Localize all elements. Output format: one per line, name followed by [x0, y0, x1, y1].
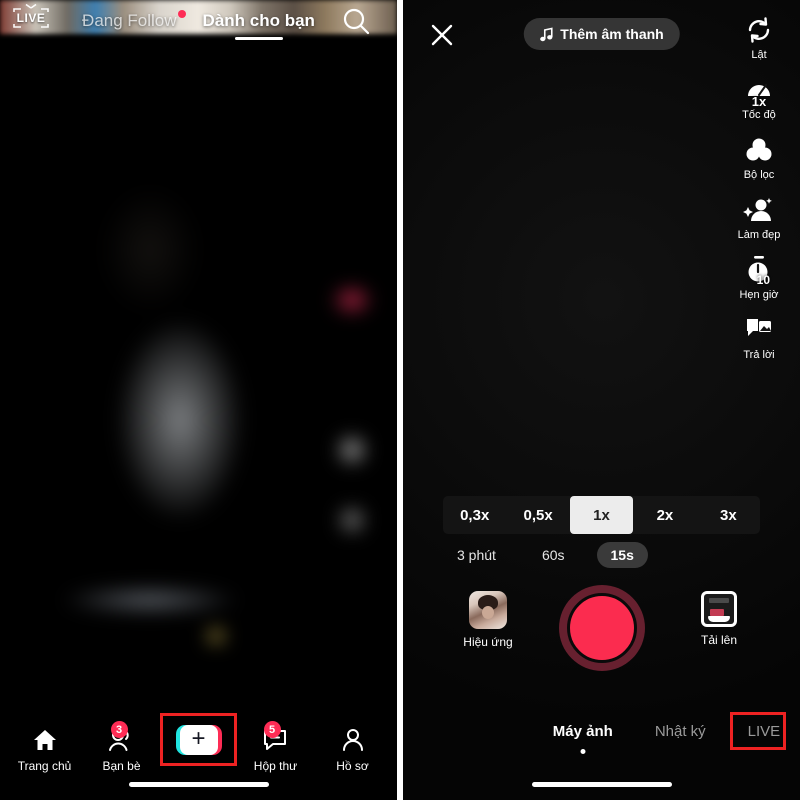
tool-label-beautify: Làm đẹp — [737, 229, 781, 242]
tool-label-speed: Tốc độ — [742, 109, 776, 122]
feed-tab-following[interactable]: Đang Follow — [82, 10, 186, 31]
speed-option-3[interactable]: 2x — [633, 496, 696, 534]
screenshot-root: LIVE Đang Follow Dành cho bạn Trang chủ … — [0, 0, 800, 800]
sidebar-item-profile[interactable]: Hồ sơ — [318, 726, 388, 773]
active-mode-dot — [580, 748, 586, 754]
sidebar-item-home[interactable]: Trang chủ — [10, 726, 80, 773]
record-button[interactable] — [558, 585, 645, 671]
feed-video-subject — [0, 0, 397, 730]
effects-button[interactable]: Hiệu ứng — [445, 591, 531, 649]
tool-label-reply: Trả lời — [743, 349, 775, 362]
upload-label: Tải lên — [700, 633, 738, 647]
nav-label-inbox: Hộp thư — [253, 759, 298, 773]
search-icon[interactable] — [341, 6, 371, 36]
tool-speed[interactable]: 1x Tốc độ — [726, 74, 792, 121]
tab-journal[interactable]: Nhật ký — [649, 720, 712, 743]
duration-option-15s[interactable]: 15s — [596, 542, 648, 568]
live-badge-label: LIVE — [16, 11, 46, 25]
home-indicator — [128, 782, 269, 787]
feed-tab-for-you-label: Dành cho bạn — [202, 11, 315, 30]
duration-selector: 3 phút 60s 15s — [443, 542, 760, 568]
annotation-box-live-tab — [730, 712, 786, 750]
record-button-inner — [566, 593, 637, 663]
tool-label-filter: Bộ lọc — [743, 169, 775, 182]
tool-timer[interactable]: 10 Hẹn giờ — [726, 254, 792, 301]
home-indicator-camera — [531, 782, 672, 787]
upload-gallery-icon — [701, 591, 737, 627]
feed-tab-following-label: Đang Follow — [82, 11, 177, 30]
speed-value-badge: 1x — [751, 94, 767, 110]
tab-camera[interactable]: Máy ảnh — [547, 720, 619, 754]
speed-option-0[interactable]: 0,3x — [443, 496, 506, 534]
tiktok-feed-panel: LIVE Đang Follow Dành cho bạn Trang chủ … — [0, 0, 397, 800]
upload-button[interactable]: Tải lên — [676, 591, 762, 647]
sidebar-item-inbox[interactable]: 5 Hộp thư — [241, 721, 311, 773]
music-note-icon — [539, 27, 553, 41]
duration-option-3min[interactable]: 3 phút — [443, 542, 510, 568]
tool-beautify[interactable]: Làm đẹp — [726, 194, 792, 241]
sidebar-item-friends[interactable]: 3 Bạn bè — [87, 721, 157, 773]
timer-value-badge: 10 — [756, 273, 770, 288]
speed-gauge-icon: 1x — [744, 74, 774, 110]
close-icon[interactable] — [427, 20, 457, 50]
speed-option-4[interactable]: 3x — [697, 496, 760, 534]
tool-filter[interactable]: Bộ lọc — [726, 134, 792, 181]
beautify-icon — [743, 194, 775, 226]
filter-circles-icon — [744, 134, 774, 166]
inbox-icon: 5 — [262, 721, 290, 754]
flip-camera-icon — [744, 14, 774, 46]
nav-label-home: Trang chủ — [17, 759, 72, 773]
home-icon — [32, 726, 58, 754]
add-sound-label: Thêm âm thanh — [560, 26, 664, 42]
inbox-badge: 5 — [263, 721, 281, 738]
tool-reply[interactable]: Trả lời — [726, 314, 792, 361]
tab-camera-label: Máy ảnh — [552, 722, 613, 740]
notification-dot-icon — [177, 10, 186, 18]
tool-flip-camera[interactable]: Lật — [726, 14, 792, 61]
reply-icon — [744, 314, 774, 346]
effects-label: Hiệu ứng — [463, 635, 513, 649]
camera-tool-rail: Lật 1x Tốc độ Bộ lọc Làm đẹp 10 Hẹn giờ … — [726, 14, 792, 362]
feed-tab-for-you[interactable]: Dành cho bạn — [202, 11, 315, 40]
add-sound-button[interactable]: Thêm âm thanh — [523, 18, 680, 50]
friends-badge: 3 — [110, 721, 128, 738]
nav-label-friends: Bạn bè — [102, 759, 141, 773]
nav-label-profile: Hồ sơ — [336, 759, 369, 773]
speed-option-1[interactable]: 0,5x — [506, 496, 569, 534]
active-tab-underline — [234, 37, 283, 40]
timer-icon: 10 — [744, 254, 774, 288]
effects-thumbnail-icon — [469, 591, 507, 629]
duration-option-60s[interactable]: 60s — [528, 542, 579, 568]
tiktok-camera-panel: Thêm âm thanh Lật 1x Tốc độ Bộ lọc Làm đ… — [403, 0, 800, 800]
tool-label-flip: Lật — [751, 49, 767, 61]
capture-controls: Hiệu ứng Tải lên — [403, 585, 800, 685]
tool-label-timer: Hẹn giờ — [739, 289, 779, 302]
speed-selector: 0,3x 0,5x 1x 2x 3x — [443, 496, 760, 534]
profile-icon — [340, 726, 366, 754]
feed-tab-bar: Đang Follow Dành cho bạn — [0, 6, 397, 40]
speed-option-2[interactable]: 1x — [569, 496, 634, 534]
friends-icon: 3 — [107, 721, 137, 754]
